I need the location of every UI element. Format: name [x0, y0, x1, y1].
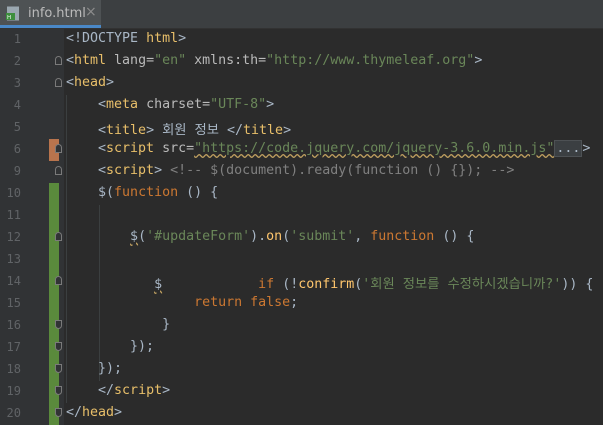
line-number: 3 — [13, 76, 21, 90]
fold-icon[interactable] — [55, 408, 62, 417]
line-number: 17 — [6, 340, 21, 354]
line-number: 19 — [6, 384, 21, 398]
fold-icon[interactable] — [55, 56, 62, 65]
close-icon[interactable]: × — [85, 4, 97, 20]
code-line[interactable]: 14 $ if (!confirm('회원 정보를 수정하시겠습니까?')) { — [0, 271, 603, 293]
code-text: <title> 회원 정보 </title> — [66, 123, 292, 138]
change-marker[interactable] — [49, 205, 59, 227]
line-number: 6 — [13, 142, 21, 156]
code-text: </head> — [66, 405, 123, 420]
code-text: <script> <!-- $(document).ready(function… — [66, 163, 515, 178]
line-number: 2 — [13, 54, 21, 68]
code-text: <head> — [66, 75, 115, 90]
code-editor[interactable]: 1 <!DOCTYPE html> 2 <html lang="en" xmlns:t… — [0, 29, 603, 425]
code-line[interactable]: 13 — [0, 249, 603, 271]
code-line[interactable]: 16 } — [0, 315, 603, 337]
code-line[interactable]: 9 <script> <!-- $(document).ready(functi… — [0, 161, 603, 183]
code-text: $(function () { — [66, 185, 219, 200]
code-line[interactable]: 11 — [0, 205, 603, 227]
code-text: <html lang="en" xmlns:th="http://www.thy… — [66, 53, 483, 68]
fold-expand-icon[interactable] — [55, 144, 62, 153]
editor-tab-bar: H info.html × — [0, 0, 603, 29]
line-number: 12 — [6, 230, 21, 244]
change-marker[interactable] — [49, 183, 59, 205]
code-line[interactable]: 6 <script src="https://code.jquery.com/j… — [0, 139, 603, 161]
fold-icon[interactable] — [55, 320, 62, 329]
line-number: 4 — [13, 98, 21, 112]
line-number: 13 — [6, 252, 21, 266]
fold-icon[interactable] — [55, 232, 62, 241]
fold-icon[interactable] — [55, 364, 62, 373]
code-line[interactable]: 5 <title> 회원 정보 </title> — [0, 117, 603, 139]
line-number: 5 — [13, 120, 21, 134]
fold-icon[interactable] — [55, 78, 62, 87]
code-text: $('#updateForm').on('submit', function (… — [130, 229, 475, 244]
code-text: }); — [66, 339, 155, 354]
line-number: 11 — [6, 208, 21, 222]
change-marker[interactable] — [49, 293, 59, 315]
line-number: 9 — [13, 164, 21, 178]
line-number: 20 — [6, 406, 21, 420]
fold-icon[interactable] — [55, 342, 62, 351]
line-number: 10 — [6, 186, 21, 200]
code-line[interactable]: 18 }); — [0, 359, 603, 381]
code-line[interactable]: 15 return false; — [0, 293, 603, 315]
line-number: 1 — [13, 32, 21, 46]
fold-icon[interactable] — [55, 166, 62, 175]
fold-icon[interactable] — [55, 276, 62, 285]
code-text: } — [66, 317, 171, 332]
tab-info-html[interactable]: H info.html × — [0, 0, 101, 28]
code-line[interactable]: 2 <html lang="en" xmlns:th="http://www.th… — [0, 51, 603, 73]
code-line[interactable]: 10 $(function () { — [0, 183, 603, 205]
line-number: 16 — [6, 318, 21, 332]
code-line[interactable]: 3 <head> — [0, 73, 603, 95]
code-text: return false; — [194, 295, 299, 310]
change-marker[interactable] — [49, 249, 59, 271]
code-line[interactable]: 1 <!DOCTYPE html> — [0, 29, 603, 51]
tab-label: info.html — [28, 6, 86, 21]
code-text: <meta charset="UTF-8"> — [66, 97, 275, 112]
fold-icon[interactable] — [55, 386, 62, 395]
code-text: <script src="https://code.jquery.com/jqu… — [66, 140, 591, 157]
code-text: <!DOCTYPE html> — [66, 31, 187, 46]
code-text: }); — [66, 361, 123, 376]
code-line[interactable]: 17 }); — [0, 337, 603, 359]
line-number: 15 — [6, 296, 21, 310]
code-line[interactable]: 20 </head> — [0, 403, 603, 425]
code-line[interactable]: 4 <meta charset="UTF-8"> — [0, 95, 603, 117]
code-line[interactable]: 12 $('#updateForm').on('submit', functio… — [0, 227, 603, 249]
html-file-icon: H — [6, 6, 19, 21]
code-text: </script> — [66, 383, 171, 398]
line-number: 18 — [6, 362, 21, 376]
code-line[interactable]: 19 </script> — [0, 381, 603, 403]
svg-text:H: H — [7, 15, 11, 21]
line-number: 14 — [6, 274, 21, 288]
code-text: $ if (!confirm('회원 정보를 수정하시겠습니까?')) { — [154, 277, 594, 292]
